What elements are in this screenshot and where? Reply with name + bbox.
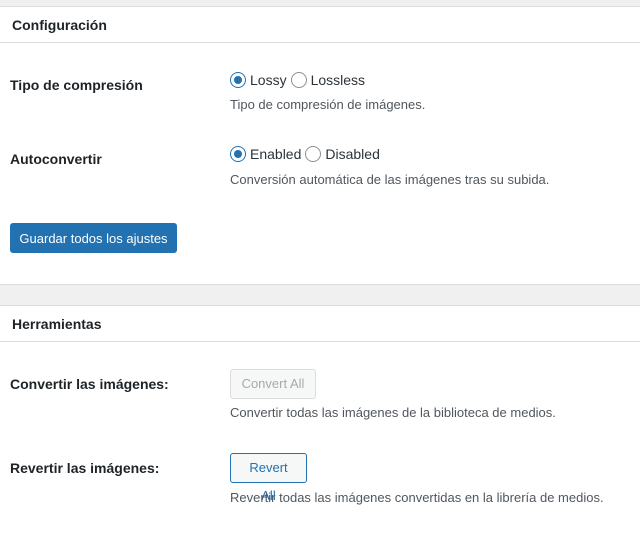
convert-all-button[interactable]: Convert All <box>230 369 316 399</box>
disabled-radio[interactable] <box>305 146 322 162</box>
tools-panel-header: Herramientas <box>0 306 640 342</box>
autoconvert-description: Conversión automática de las imágenes tr… <box>230 172 550 187</box>
revert-images-label: Revertir las imágenes: <box>10 460 160 476</box>
tools-panel-title: Herramientas <box>12 316 102 332</box>
lossy-radio[interactable] <box>230 72 246 88</box>
config-panel-title: Configuración <box>12 17 107 33</box>
compression-type-description: Tipo de compresión de imágenes. <box>230 97 426 112</box>
lossless-radio-label[interactable]: Lossless <box>311 72 365 88</box>
enabled-radio[interactable] <box>230 146 246 162</box>
tools-panel: Herramientas Convertir las imágenes: Con… <box>0 305 640 534</box>
lossless-radio[interactable] <box>290 72 307 88</box>
autoconvert-label: Autoconvertir <box>10 151 102 167</box>
revert-images-description: Revertir todas las imágenes convertidas … <box>230 490 604 505</box>
config-panel: Configuración Tipo de compresión Lossy L… <box>0 6 640 285</box>
revert-all-button[interactable]: Revert All <box>230 453 307 503</box>
save-all-settings-button[interactable]: Guardar todos los ajustes <box>10 223 177 253</box>
convert-images-description: Convertir todas las imágenes de la bibli… <box>230 405 556 420</box>
disabled-radio-label[interactable]: Disabled <box>325 146 379 162</box>
lossy-radio-label[interactable]: Lossy <box>250 72 287 88</box>
compression-type-label: Tipo de compresión <box>10 77 143 93</box>
config-panel-header: Configuración <box>0 7 640 43</box>
enabled-radio-label[interactable]: Enabled <box>250 146 301 162</box>
autoconvert-radio-group: Enabled Disabled <box>230 145 384 163</box>
compression-type-radio-group: Lossy Lossless <box>230 71 369 89</box>
convert-images-label: Convertir las imágenes: <box>10 376 169 392</box>
